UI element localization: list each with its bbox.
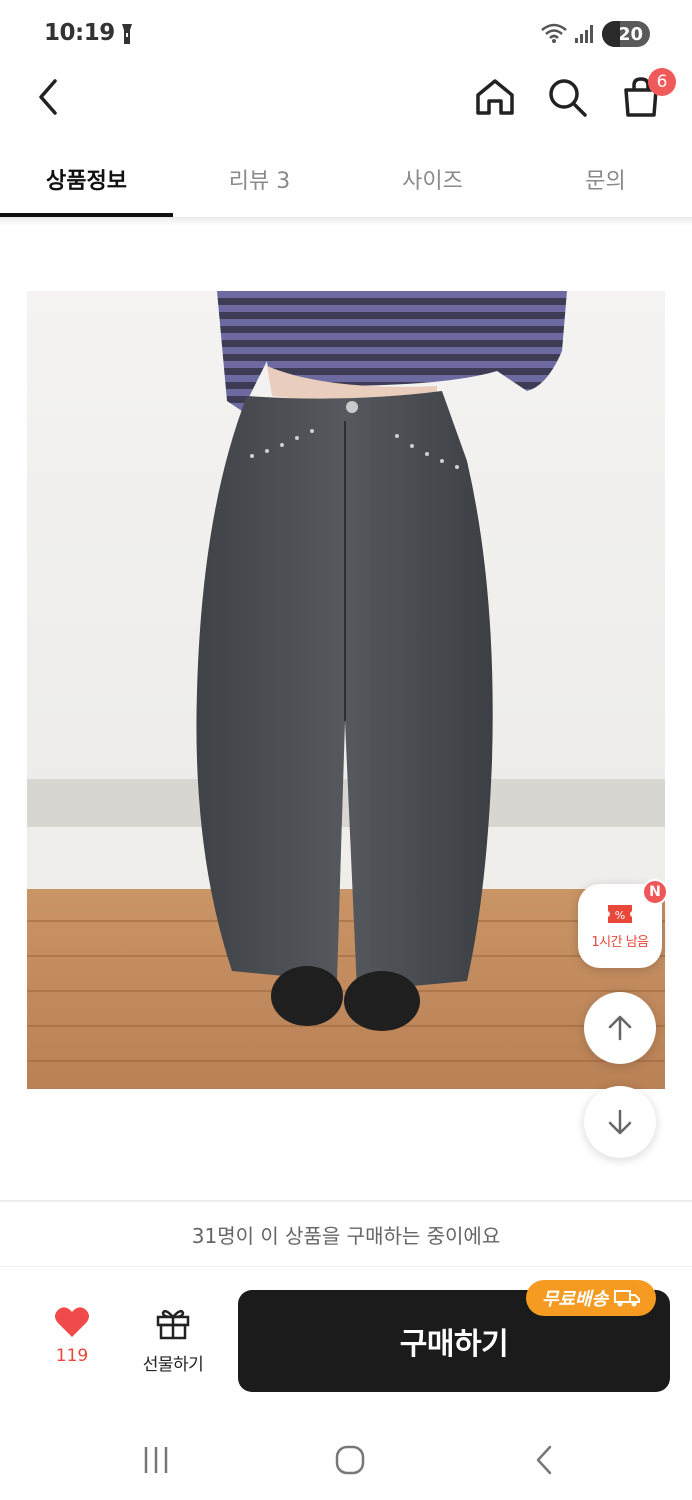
free-shipping-badge: 무료배송 <box>526 1280 656 1316</box>
app-header <box>0 64 692 130</box>
home-nav-button[interactable] <box>320 1438 380 1482</box>
gift-button[interactable]: 선물하기 <box>132 1306 214 1376</box>
arrow-down-icon <box>608 1109 632 1135</box>
home-icon <box>476 79 514 115</box>
battery-indicator: 20 <box>602 21 650 47</box>
tab-inquiry[interactable]: 문의 <box>519 140 692 218</box>
back-nav-icon <box>536 1445 552 1475</box>
status-bar: 10:19 20 <box>0 0 692 64</box>
signal-icon <box>574 24 596 48</box>
free-shipping-label: 무료배송 <box>541 1289 609 1310</box>
tab-product-info[interactable]: 상품정보 <box>0 140 173 218</box>
wifi-icon <box>540 22 568 48</box>
chevron-left-icon <box>39 79 57 115</box>
status-time: 10:19 <box>44 20 115 46</box>
svg-text:%: % <box>615 909 625 922</box>
divider <box>0 1266 692 1267</box>
scroll-top-button[interactable] <box>584 992 656 1064</box>
recent-apps-icon <box>144 1447 168 1473</box>
product-image[interactable] <box>27 291 665 1089</box>
home-circle-icon <box>335 1445 365 1475</box>
product-tabs: 상품정보 리뷰 3 사이즈 문의 <box>0 140 692 218</box>
product-photo <box>27 291 665 1089</box>
coupon-icon: % <box>608 904 632 923</box>
coupon-timer-label: 1시간 남음 <box>591 934 649 950</box>
purchase-notice: 31명이 이 상품을 구매하는 중이에요 <box>0 1202 692 1266</box>
like-button[interactable]: 119 <box>36 1306 108 1376</box>
new-badge: N <box>642 879 668 905</box>
recent-apps-button[interactable] <box>126 1438 186 1482</box>
delivery-truck-icon <box>614 1290 641 1307</box>
tab-reviews[interactable]: 리뷰 3 <box>173 140 346 218</box>
search-icon <box>549 79 587 117</box>
search-button[interactable] <box>542 70 592 124</box>
system-nav-bar <box>0 1418 692 1500</box>
gift-label: 선물하기 <box>142 1355 204 1375</box>
back-nav-button[interactable] <box>514 1438 574 1482</box>
tab-shadow <box>0 218 692 226</box>
scroll-bottom-button[interactable] <box>584 1086 656 1158</box>
tab-size[interactable]: 사이즈 <box>346 140 519 218</box>
like-count: 119 <box>55 1346 89 1366</box>
active-tab-indicator <box>0 213 173 217</box>
battery-level: 20 <box>617 23 643 45</box>
cart-count-badge: 6 <box>648 68 676 96</box>
charging-icon <box>602 21 620 47</box>
arrow-up-icon <box>608 1015 632 1041</box>
heart-icon <box>55 1307 89 1337</box>
back-button[interactable] <box>26 70 70 124</box>
flashlight-icon <box>120 22 134 50</box>
gift-icon <box>156 1309 190 1340</box>
home-button[interactable] <box>470 70 520 124</box>
